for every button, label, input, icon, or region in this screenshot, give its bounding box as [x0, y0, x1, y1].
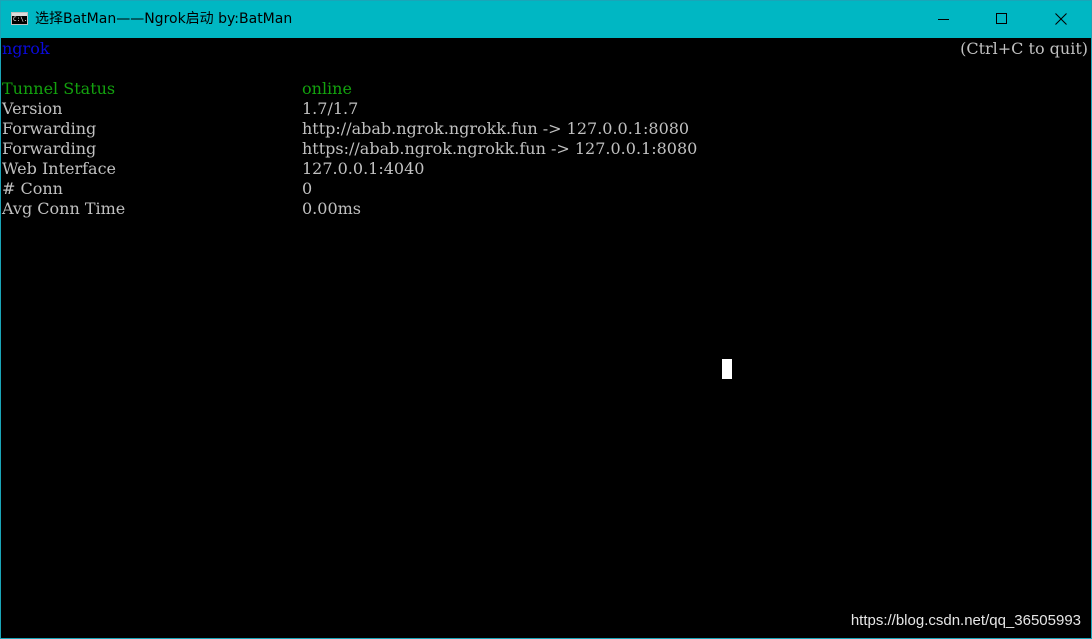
row-label-web-interface: Web Interface [2, 159, 116, 178]
row-value-forwarding-http: http://abab.ngrok.ngrokk.fun -> 127.0.0.… [302, 119, 690, 138]
row-value-web-interface: 127.0.0.1:4040 [302, 159, 425, 178]
window-title: 选择BatMan——Ngrok启动 by:BatMan [35, 11, 293, 27]
close-icon [1055, 13, 1067, 25]
row-label-tunnel-status: Tunnel Status [2, 79, 116, 98]
maximize-icon [996, 13, 1007, 24]
row-label-forwarding-https: Forwarding [2, 139, 97, 158]
maximize-button[interactable] [973, 1, 1031, 38]
console-window: C:\. 选择BatMan——Ngrok启动 by:BatMan ngrok (… [0, 0, 1092, 639]
row-value-conn: 0 [302, 179, 313, 198]
cmd-icon[interactable]: C:\. [11, 12, 28, 25]
row-label-version: Version [2, 99, 63, 118]
row-value-tunnel-status: online [302, 79, 352, 98]
minimize-icon [938, 19, 949, 20]
minimize-button[interactable] [915, 1, 973, 38]
console-output[interactable]: ngrok (Ctrl+C to quit) Tunnel Status onl… [1, 38, 1091, 638]
row-value-forwarding-https: https://abab.ngrok.ngrokk.fun -> 127.0.0… [302, 139, 698, 158]
title-bar[interactable]: C:\. 选择BatMan——Ngrok启动 by:BatMan [1, 1, 1091, 38]
text-cursor [722, 359, 732, 379]
watermark: https://blog.csdn.net/qq_36505993 [850, 612, 1081, 629]
row-value-avg-conn-time: 0.00ms [302, 199, 362, 218]
quit-hint: (Ctrl+C to quit) [960, 39, 1088, 58]
row-label-forwarding-http: Forwarding [2, 119, 97, 138]
row-value-version: 1.7/1.7 [302, 99, 359, 118]
cmd-icon-text: C:\. [13, 16, 28, 23]
ngrok-header: ngrok [2, 39, 50, 58]
row-label-conn: # Conn [2, 179, 63, 198]
close-button[interactable] [1032, 1, 1090, 38]
row-label-avg-conn-time: Avg Conn Time [2, 199, 126, 218]
